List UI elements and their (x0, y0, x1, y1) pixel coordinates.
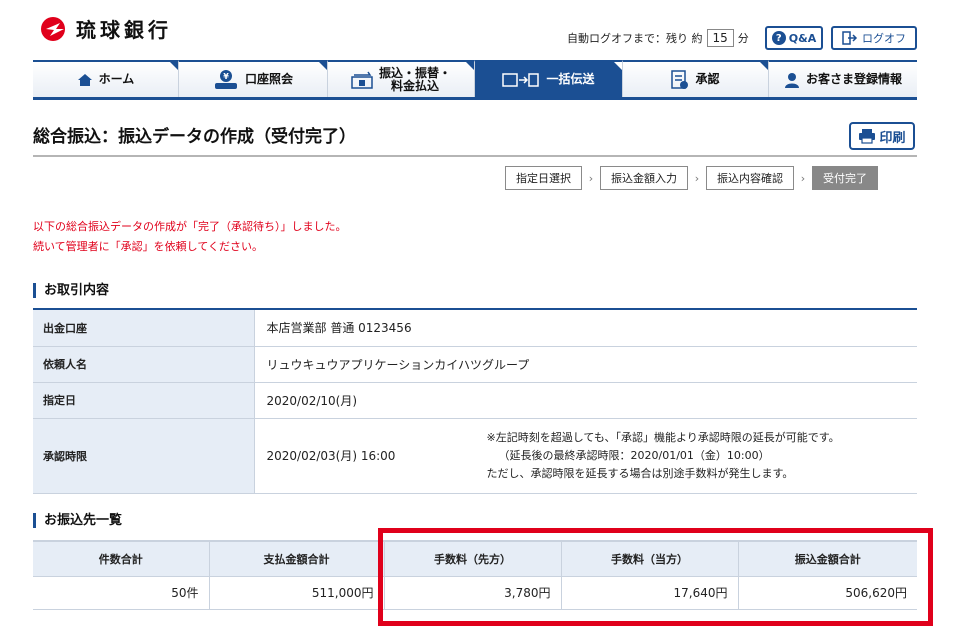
detail-row: 出金口座 本店営業部 普通 0123456 (33, 309, 917, 347)
nav-item-home[interactable]: ホーム (33, 60, 179, 97)
autologoff-minutes: 15 (706, 29, 734, 47)
user-icon (784, 72, 800, 88)
table-row: 50件 511,000円 3,780円 17,640円 506,620円 (33, 576, 917, 610)
bank-logo[interactable]: 琉球銀行 (40, 14, 172, 43)
summary-total-transfer: 506,620円 (738, 576, 917, 610)
payee-summary-table: 件数合計 支払金額合計 手数料（先方） 手数料（当方） 振込金額合計 50件 5… (33, 540, 917, 610)
nav-item-bulk-transfer[interactable]: 一括伝送 (475, 60, 623, 97)
step-complete: 受付完了 (812, 166, 878, 190)
logoff-label: ログオフ (862, 32, 906, 45)
detail-row: 指定日 2020/02/10(月) (33, 382, 917, 419)
nav-item-customer-info[interactable]: お客さま登録情報 (769, 60, 917, 97)
summary-header: 件数合計 (33, 541, 210, 577)
print-button[interactable]: 印刷 (849, 122, 915, 150)
detail-label: 承認時限 (33, 418, 255, 494)
summary-header: 手数料（当方） (561, 541, 739, 577)
nav-label-home: ホーム (98, 72, 135, 86)
detail-value: 本店営業部 普通 0123456 (254, 309, 917, 347)
progress-steps: 指定日選択 › 振込金額入力 › 振込内容確認 › 受付完了 (505, 166, 878, 190)
summary-header-row: 件数合計 支払金額合計 手数料（先方） 手数料（当方） 振込金額合計 (33, 541, 917, 577)
summary-header: 手数料（先方） (384, 541, 562, 577)
approval-icon (671, 69, 689, 90)
step-amount-input: 振込金額入力 (600, 166, 688, 190)
step-separator-icon: › (694, 171, 700, 185)
approval-note-line: ※左記時刻を超過しても、「承認」機能より承認時限の延長が可能です。 (486, 430, 840, 444)
account-inquiry-icon: ¥ (213, 69, 239, 90)
question-icon: ? (771, 31, 786, 45)
bank-logo-icon (41, 16, 65, 41)
autologoff-unit: 分 (737, 32, 749, 45)
approval-deadline: 2020/02/03(月) 16:00 (266, 449, 396, 463)
detail-value: 2020/02/10(月) (254, 382, 917, 419)
summary-fee-payer: 17,640円 (561, 576, 739, 610)
step-date-select: 指定日選択 (505, 166, 582, 190)
detail-value: リュウキュウアプリケーションカイハツグループ (254, 346, 917, 383)
detail-row-approval: 承認時限 2020/02/03(月) 16:00 ※左記時刻を超過しても、「承認… (33, 418, 917, 494)
nav-corner-marker (760, 62, 768, 70)
nav-label-approval: 承認 (695, 72, 720, 86)
approval-note: ※左記時刻を超過しても、「承認」機能より承認時限の延長が可能です。 （延長後の最… (487, 429, 840, 483)
nav-label-transfer: 振込・振替・ 料金払込 (378, 65, 451, 93)
page-title: 総合振込：振込データの作成（受付完了） (33, 127, 356, 147)
home-icon (77, 73, 93, 87)
nav-corner-marker (319, 62, 327, 70)
nav-label-bulk-transfer: 一括伝送 (546, 72, 595, 86)
title-divider (33, 155, 917, 157)
detail-row: 依頼人名 リュウキュウアプリケーションカイハツグループ (33, 346, 917, 383)
detail-label: 出金口座 (33, 309, 255, 347)
print-label: 印刷 (879, 130, 906, 146)
header: 琉球銀行 自動ログオフまで：残り 約 15 分 ? Q&A ログオフ (0, 0, 960, 58)
nav-label-customer-info: お客さま登録情報 (805, 72, 902, 86)
nav-item-account-inquiry[interactable]: ¥ 口座照会 (179, 60, 328, 97)
detail-label: 指定日 (33, 382, 255, 419)
approval-request-message: 続いて管理者に「承認」を依頼してください。 (33, 240, 264, 253)
svg-text:¥: ¥ (223, 72, 229, 81)
printer-icon (859, 129, 876, 144)
autologoff-label: 自動ログオフまで：残り 約 (567, 32, 703, 45)
summary-header: 支払金額合計 (209, 541, 385, 577)
nav-corner-marker (614, 62, 622, 70)
summary-total-count: 50件 (33, 576, 210, 610)
summary-header: 振込金額合計 (738, 541, 917, 577)
summary-fee-payee: 3,780円 (384, 576, 562, 610)
nav-label-account-inquiry: 口座照会 (244, 72, 293, 86)
nav-item-transfer[interactable]: 振込・振替・ 料金払込 (328, 60, 475, 97)
logout-icon (842, 31, 858, 45)
nav-corner-marker (170, 62, 178, 70)
main-nav: ホーム ¥ 口座照会 振込・振替・ 料金払込 一括伝送 承認 お客さま登録情報 (33, 60, 917, 100)
bulk-transfer-icon (502, 72, 540, 88)
detail-label: 依頼人名 (33, 346, 255, 383)
logoff-button[interactable]: ログオフ (831, 26, 917, 50)
detail-value: 2020/02/03(月) 16:00 ※左記時刻を超過しても、「承認」機能より… (254, 418, 917, 494)
transfer-icon (351, 71, 373, 89)
transaction-details-table: 出金口座 本店営業部 普通 0123456 依頼人名 リュウキュウアプリケーショ… (33, 308, 917, 494)
qa-button[interactable]: ? Q&A (765, 26, 823, 50)
section-heading-payees: お振込先一覧 (33, 513, 122, 528)
autologoff-timer: 自動ログオフまで：残り 約 15 分 (567, 29, 749, 47)
nav-corner-marker (466, 62, 474, 70)
bank-name: 琉球銀行 (76, 18, 172, 42)
approval-note-line: （延長後の最終承認時限：2020/01/01（金）10:00） (498, 448, 770, 462)
summary-total-payment: 511,000円 (209, 576, 385, 610)
nav-item-approval[interactable]: 承認 (623, 60, 769, 97)
approval-note-line: ただし、承認時限を延長する場合は別途手数料が発生します。 (486, 466, 794, 480)
completion-message: 以下の総合振込データの作成が「完了（承認待ち）」しました。 (33, 220, 347, 233)
section-heading-transaction: お取引内容 (33, 283, 109, 298)
step-confirm: 振込内容確認 (706, 166, 794, 190)
step-separator-icon: › (588, 171, 594, 185)
step-separator-icon: › (800, 171, 806, 185)
qa-label: Q&A (788, 31, 817, 45)
